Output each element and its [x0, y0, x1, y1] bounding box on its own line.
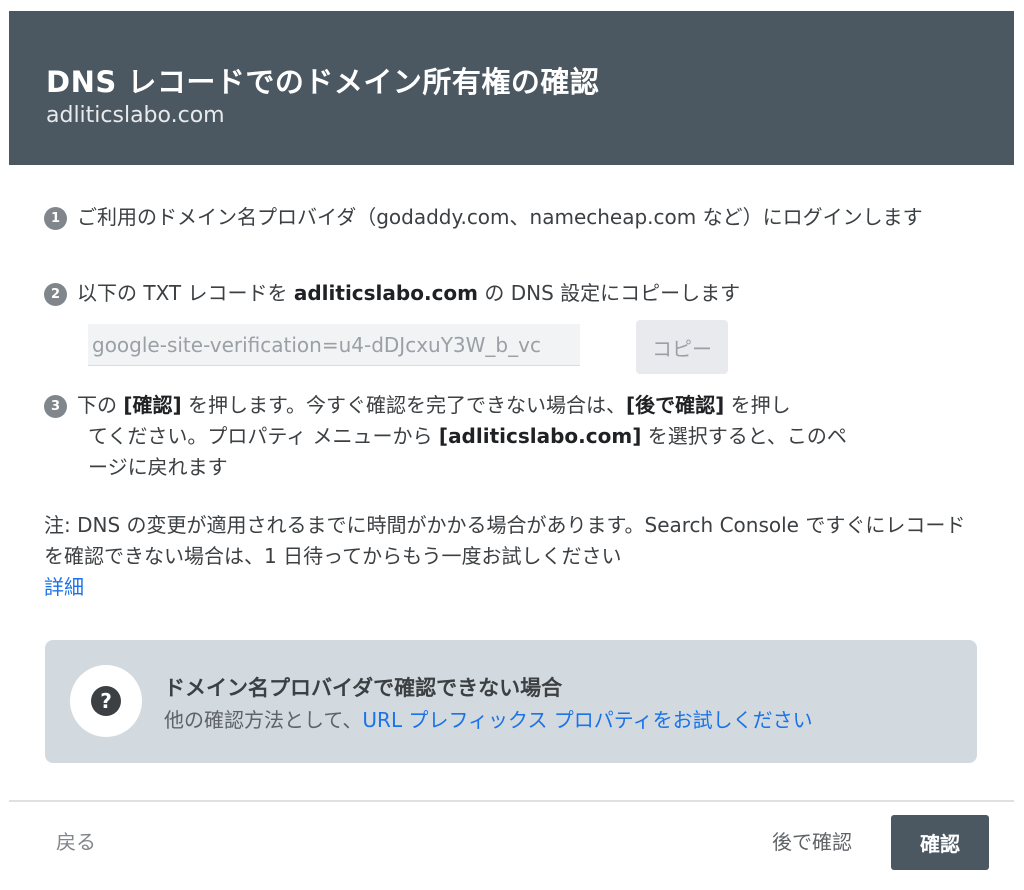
dialog-header: DNS レコードでのドメイン所有権の確認 adliticslabo.com	[9, 11, 1014, 165]
step-1-text: ご利用のドメイン名プロバイダ（godaddy.com、namecheap.com…	[77, 205, 923, 229]
step-3-line-3: ージに戻れます	[88, 455, 228, 479]
alternative-method-card: ? ドメイン名プロバイダで確認できない場合 他の確認方法として、URL プレフィ…	[45, 640, 977, 763]
step-3-number-icon: 3	[44, 395, 67, 418]
step-3-text-a: 下の	[77, 393, 124, 417]
step-3-text-d: てください。プロパティ メニューから	[88, 424, 439, 448]
dialog-subtitle: adliticslabo.com	[46, 103, 225, 128]
alternative-method-title: ドメイン名プロバイダで確認できない場合	[164, 676, 563, 700]
details-link[interactable]: 詳細	[44, 575, 84, 599]
step-3-line-2: てください。プロパティ メニューから [adliticslabo.com] を選…	[44, 421, 924, 452]
step-3-property-label: [adliticslabo.com]	[438, 424, 642, 448]
step-3-text-e: を選択すると、このペ	[641, 424, 847, 448]
step-2: 2 以下の TXT レコードを adliticslabo.com の DNS 設定…	[44, 278, 974, 309]
step-2-text-before: 以下の TXT レコードを	[77, 281, 294, 305]
note-text: 注: DNS の変更が適用されるまでに時間がかかる場合があります。Search …	[44, 513, 966, 568]
txt-record-field[interactable]	[88, 324, 580, 366]
step-3-text-b: を押します。今すぐ確認を完了できない場合は、	[181, 393, 626, 417]
step-2-domain: adliticslabo.com	[293, 281, 478, 305]
verify-later-button[interactable]: 後で確認	[772, 826, 852, 855]
dialog-title: DNS レコードでのドメイン所有権の確認	[46, 65, 600, 99]
alternative-method-text: 他の確認方法として、URL プレフィックス プロパティをお試しください	[164, 704, 813, 733]
step-1: 1 ご利用のドメイン名プロバイダ（godaddy.com、namecheap.co…	[44, 202, 974, 233]
step-3-verify-label: [確認]	[123, 393, 182, 417]
back-button[interactable]: 戻る	[56, 826, 96, 855]
copy-button[interactable]: コピー	[636, 320, 728, 374]
alternative-method-text-before: 他の確認方法として、	[164, 708, 363, 732]
step-3-text-c: を押し	[724, 393, 791, 417]
footer-divider	[9, 800, 1014, 802]
step-2-text-after: の DNS 設定にコピーします	[478, 281, 741, 305]
question-mark-icon: ?	[91, 686, 121, 716]
step-1-number-icon: 1	[44, 207, 67, 230]
help-icon-circle: ?	[70, 665, 142, 737]
dns-propagation-note: 注: DNS の変更が適用されるまでに時間がかかる場合があります。Search …	[44, 510, 984, 603]
verify-button[interactable]: 確認	[891, 815, 989, 870]
step-3-later-label: [後で確認]	[626, 393, 725, 417]
dns-verification-dialog: DNS レコードでのドメイン所有権の確認 adliticslabo.com 1ご…	[0, 0, 1024, 890]
url-prefix-property-link[interactable]: URL プレフィックス プロパティをお試しください	[362, 708, 812, 732]
step-2-number-icon: 2	[44, 283, 67, 306]
step-3: 3 下の [確認] を押します。今すぐ確認を完了できない場合は、[後で確認] を押…	[44, 390, 924, 483]
